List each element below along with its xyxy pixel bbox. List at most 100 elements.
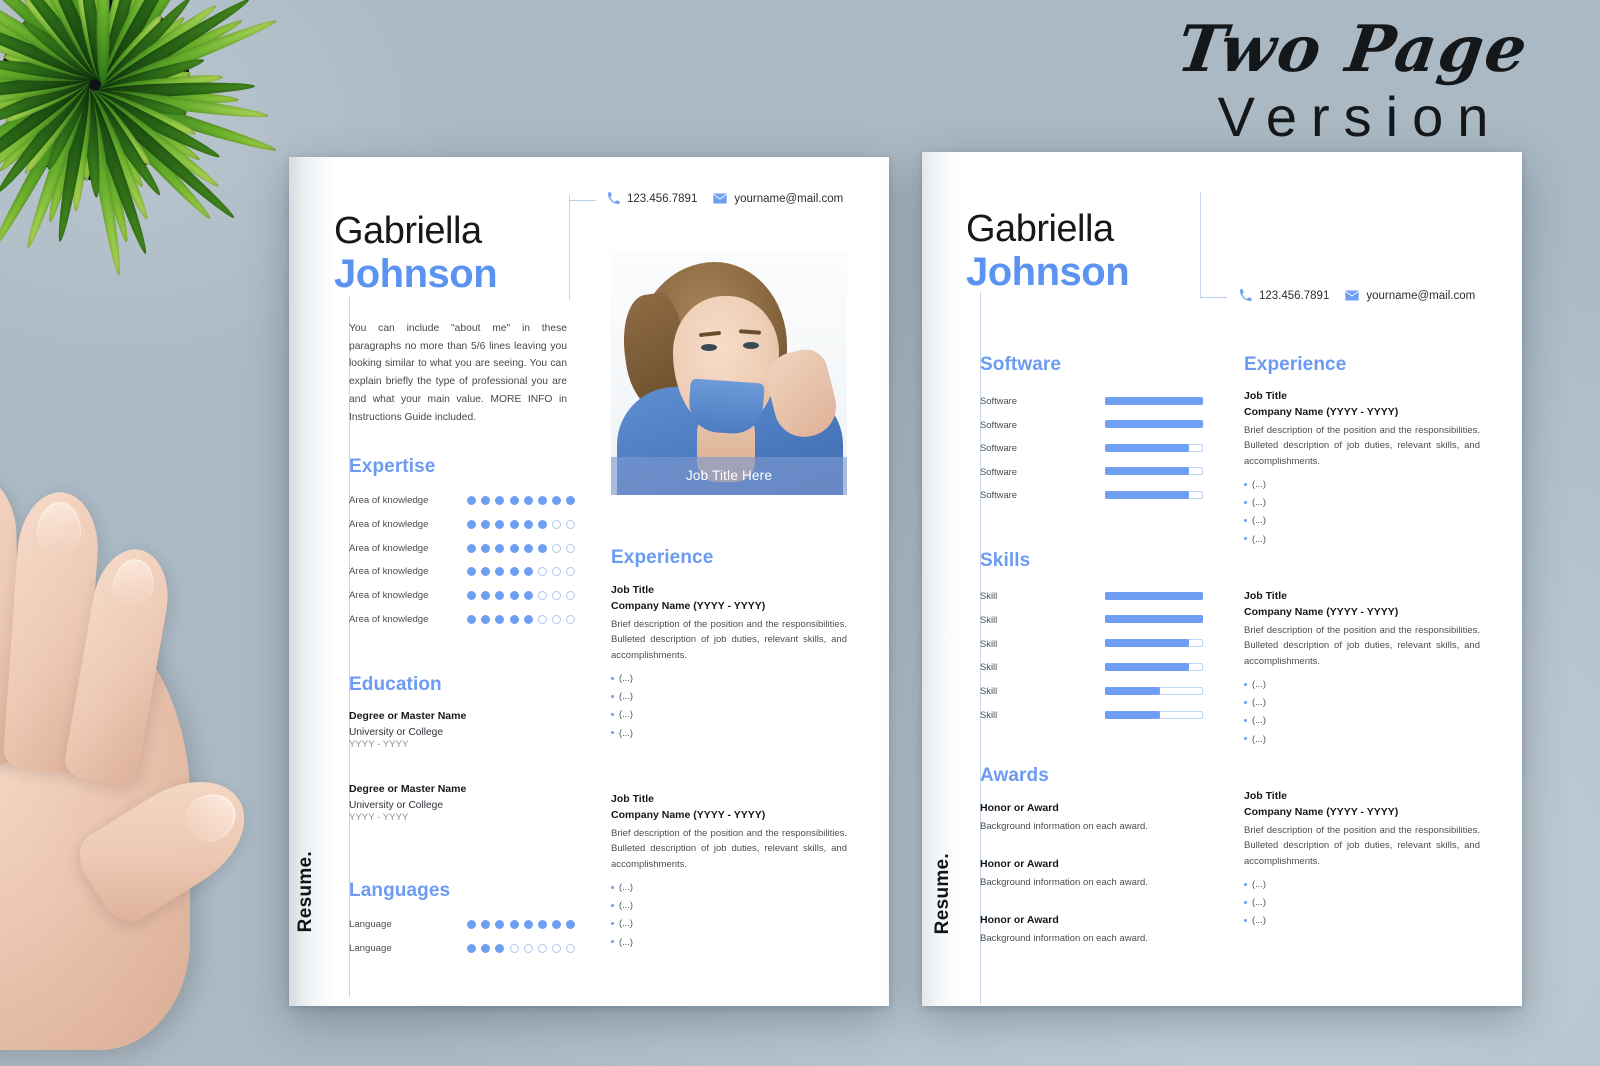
job-bullet: (...) [1244,511,1480,529]
page2-experience-heading: Experience [1244,354,1347,375]
software-label: Software [980,395,1017,406]
job-bullet: (...) [611,669,847,687]
job-bullet: (...) [611,914,847,932]
bar-track [1105,443,1203,452]
resume-page-2[interactable]: Resume. Gabriella Johnson 123.456.7891 y… [922,152,1522,1006]
bullet-dot-icon [1244,900,1247,904]
bullet-dot-icon [1244,682,1247,686]
hand-photo-decoration [0,430,280,1050]
skill-label: Skill [980,590,998,601]
expertise-label: Area of knowledge [349,614,429,625]
rating-dot-empty [566,591,576,601]
bullet-dot-icon [1244,518,1247,522]
bar-fill [1105,662,1189,671]
bullet-dot-icon [1244,537,1247,541]
bar-row: Skill [980,685,1230,696]
bar-row: Software [980,419,1230,430]
bar-fill [1105,490,1189,499]
rating-dot-filled [481,567,491,577]
bar-track [1105,615,1203,624]
email-contact[interactable]: yourname@mail.com [1345,290,1475,302]
phone-contact[interactable]: 123.456.7891 [1239,289,1329,302]
page2-last-name: Johnson [966,250,1130,294]
bullet-dot-icon [611,921,614,925]
bar-track [1105,420,1203,429]
software-label: Software [980,465,1017,477]
phone-contact[interactable]: 123.456.7891 [607,192,697,205]
bar-row: Skill [980,709,1230,720]
job-bullets: (...) (...) (...) (...) [1244,675,1480,748]
rating-dot-filled [481,615,491,624]
award-description: Background information on each award. [980,821,1148,832]
job-bullet: (...) [611,724,847,742]
bullet-text: (...) [619,709,633,720]
bullet-text: (...) [1252,497,1266,508]
expertise-label: Area of knowledge [349,590,429,602]
rating-dot-filled [495,920,505,929]
rating-dot-empty [552,591,562,601]
page1-first-name: Gabriella [334,210,482,252]
degree-name: Degree or Master Name [349,710,467,722]
phone-text: 123.456.7891 [627,192,698,205]
bar-fill [1105,396,1203,405]
rating-dot-filled [537,543,547,553]
job-title: Job Title [1244,390,1287,402]
page1-education-heading: Education [349,674,442,695]
skill-label: Skill [980,685,998,697]
bullet-dot-icon [611,940,614,944]
rating-dots [467,944,576,953]
bar-row: Skill [980,590,1230,601]
experience-entry: Job Title Company Name (YYYY - YYYY) Brief… [611,793,847,951]
bar-row: Software [980,489,1230,500]
bullet-dot-icon [611,694,614,698]
envelope-icon [713,193,728,204]
job-bullet: (...) [1244,693,1480,711]
bar-row: Skill [980,614,1230,625]
rating-dot-filled [467,567,476,577]
page2-awards-heading: Awards [980,765,1049,786]
award-description: Background information on each award. [980,877,1148,888]
email-text: yourname@mail.com [734,192,844,205]
bullet-text: (...) [1252,733,1266,744]
job-bullets: (...) (...) (...) (...) [1244,475,1480,548]
bar-track [1105,662,1203,671]
job-title: Job Title [1244,790,1287,802]
job-description: Brief description of the position and th… [1244,625,1480,667]
page1-contact-rule-h [569,200,596,201]
rating-dot-empty [566,615,576,624]
rating-row: Language [349,919,581,930]
bullet-text: (...) [1252,479,1266,490]
award-title: Honor or Award [980,914,1059,926]
rating-dot-filled [481,519,491,529]
page2-contact-rule-v [1200,192,1201,297]
rating-dot-filled [509,567,519,577]
rating-dot-filled [509,920,519,929]
rating-dots [467,496,576,505]
rating-dot-filled [523,567,533,577]
bullet-text: (...) [1252,879,1266,890]
rating-dot-filled [523,543,533,553]
rating-row: Area of knowledge [349,614,581,625]
award-title: Honor or Award [980,802,1059,814]
skill-label: Skill [980,661,998,673]
rating-dot-empty [537,944,547,953]
email-contact[interactable]: yourname@mail.com [713,193,843,205]
resume-page-1[interactable]: Resume. Gabriella Johnson 123.456.7891 y… [289,157,889,1006]
award-entry: Honor or Award Background information on … [980,858,1208,890]
company-name: Company Name (YYYY - YYYY) [611,809,766,821]
rating-dot-filled [509,519,519,529]
expertise-label: Area of knowledge [349,495,429,506]
rating-dot-filled [467,615,476,624]
bullet-text: (...) [619,691,633,702]
page1-languages-heading: Languages [349,880,451,901]
rating-dot-empty [537,615,547,624]
school-name: University or College [349,800,443,811]
job-description: Brief description of the position and th… [1244,825,1480,867]
job-bullet: (...) [1244,893,1480,911]
education-years: YYYY - YYYY [349,739,409,750]
bullet-text: (...) [1252,697,1266,708]
expertise-label: Area of knowledge [349,542,429,554]
rating-dot-filled [495,944,505,953]
education-entry: Degree or Master Name University or Colle… [349,783,569,823]
rating-dot-filled [481,543,491,553]
